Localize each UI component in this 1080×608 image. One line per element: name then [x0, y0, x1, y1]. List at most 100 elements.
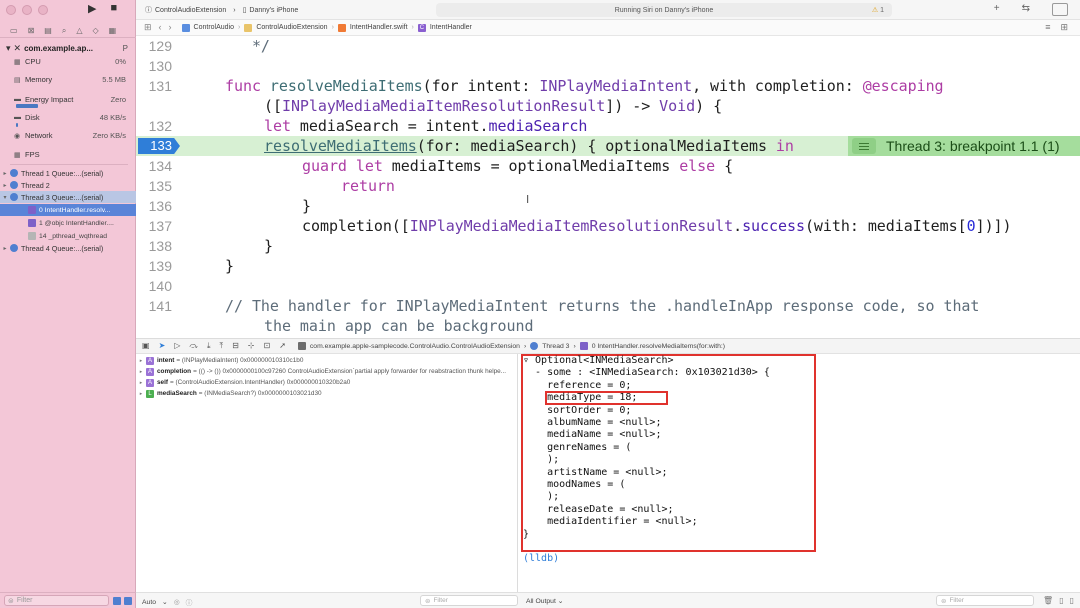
source-control-icon[interactable]: ⊠	[28, 26, 35, 35]
status-text: Running Siri on Danny's iPhone	[614, 6, 714, 14]
minimize-window-button[interactable]	[22, 5, 32, 15]
pause-continue-icon[interactable]: ▷	[174, 341, 180, 351]
source-editor[interactable]: 129 */ 130 131 func resolveMediaItems(fo…	[136, 36, 1080, 338]
trash-icon[interactable]: 🗑	[1043, 596, 1053, 605]
related-items-icon[interactable]: ⊞	[144, 22, 152, 33]
stack-frame-14[interactable]: 14 _pthread_wqthread	[0, 230, 136, 242]
breadcrumb-file[interactable]: IntentHandler.swift	[350, 24, 408, 31]
gauge-cpu[interactable]: ▦ CPU 0%	[14, 56, 126, 67]
variable-row[interactable]: ▸ A self = (ControlAudioExtension.Intent…	[136, 377, 517, 388]
navigator-selector-bar: ▭ ⊠ ▤ ⌕ △ ◇ ▦	[0, 24, 136, 38]
gauge-network[interactable]: ◉ Network Zero KB/s	[14, 130, 126, 141]
code-text: }	[225, 257, 234, 275]
simulate-location-icon[interactable]: ➚	[279, 341, 286, 351]
disclosure-triangle-icon[interactable]: ▾	[6, 43, 11, 54]
navigator-filter-field[interactable]: ⊜ Filter	[4, 595, 109, 606]
step-into-icon[interactable]: ⤓	[207, 341, 211, 351]
debug-icon[interactable]: ▦	[109, 26, 117, 35]
thread-row-3[interactable]: ▾ Thread 3 Queue:...(serial)	[0, 191, 136, 203]
find-icon[interactable]: ⌕	[62, 26, 66, 36]
console-output-selector[interactable]: All Output ⌄	[526, 597, 563, 605]
disclosure-triangle-icon[interactable]: ▸	[0, 245, 10, 252]
warning-badge[interactable]: ⚠ 1	[872, 6, 884, 14]
thread-row-4[interactable]: ▸ Thread 4 Queue:...(serial)	[0, 242, 136, 254]
debug-frame[interactable]: 0 IntentHandler.resolveMediaItems(for:wi…	[592, 343, 725, 350]
breakpoints-toggle-icon[interactable]: ➤	[159, 341, 166, 351]
variable-row[interactable]: ▸ A completion = (() -> ()) 0x0000000100…	[136, 366, 517, 377]
step-out-icon[interactable]: ⤒	[220, 341, 224, 351]
frame-icon	[579, 342, 588, 350]
chevron-updown-icon: ⌄	[557, 598, 564, 605]
breakpoint-annotation[interactable]: Thread 3: breakpoint 1.1 (1)	[848, 136, 1080, 156]
run-destination[interactable]: ▯ Danny's iPhone	[240, 6, 302, 15]
console-filter-field[interactable]: ⊜ Filter	[936, 595, 1034, 606]
console-actions: 🗑 ▯ ▯	[1043, 596, 1074, 605]
disclosure-triangle-icon[interactable]: ▸	[0, 170, 10, 177]
disclosure-triangle-icon[interactable]: ▸	[136, 391, 146, 397]
test-icon[interactable]: ◇	[92, 26, 98, 35]
breakpoint-marker[interactable]: 133	[138, 138, 180, 154]
breadcrumb-symbol[interactable]: IntentHandler	[430, 24, 472, 31]
debug-process[interactable]: com.example.apple-samplecode.ControlAudi…	[310, 343, 520, 350]
back-icon[interactable]: ‹	[159, 22, 162, 33]
lldb-prompt[interactable]: (lldb)	[523, 553, 559, 564]
stack-frame-0[interactable]: 0 IntentHandler.resolv...	[0, 204, 136, 216]
breadcrumb-project[interactable]: ControlAudio	[194, 24, 234, 31]
memory-graph-icon[interactable]: ⊹	[248, 341, 255, 351]
frame-label: 0 IntentHandler.resolv...	[39, 206, 111, 214]
split-view-right-icon[interactable]: ▯	[1070, 596, 1074, 605]
disclosure-triangle-icon[interactable]: ▸	[136, 369, 146, 375]
folder-icon[interactable]: ▭	[10, 26, 18, 35]
breadcrumb-group[interactable]: ControlAudioExtension	[256, 24, 327, 31]
zoom-window-button[interactable]	[38, 5, 48, 15]
thread-row-1[interactable]: ▸ Thread 1 Queue:...(serial)	[0, 167, 136, 179]
gauge-disk[interactable]: ▬ Disk 48 KB/s	[14, 112, 126, 123]
symbol-icon[interactable]: ▤	[44, 26, 52, 35]
disclosure-triangle-icon[interactable]: ▸	[136, 380, 146, 386]
console-line: moodNames = (	[523, 479, 626, 490]
hide-debug-area-icon[interactable]: ▣	[142, 341, 150, 351]
debug-thread[interactable]: Thread 3	[542, 343, 569, 350]
disclosure-triangle-icon[interactable]: ▾	[0, 194, 10, 201]
gauge-value: 48 KB/s	[99, 113, 126, 122]
process-row[interactable]: ▾ ✕ com.example.ap... P	[6, 42, 132, 54]
filter-icon: ⊜	[425, 597, 431, 605]
eye-icon[interactable]: ◎	[174, 598, 180, 606]
variable-row[interactable]: ▸ L mediaSearch = (INMediaSearch?) 0x000…	[136, 388, 517, 399]
chevron-right-icon: ›	[411, 24, 414, 31]
inspector-toggle-icon[interactable]	[1052, 3, 1068, 16]
disclosure-triangle-icon[interactable]: ▸	[0, 182, 10, 189]
info-icon[interactable]: ⓘ	[186, 597, 193, 607]
thread-row-2[interactable]: ▸ Thread 2	[0, 179, 136, 191]
code-text: the main app can be background	[264, 317, 534, 335]
code-text: }	[302, 197, 311, 215]
close-window-button[interactable]	[6, 5, 16, 15]
variable-row[interactable]: ▸ A intent = (INPlayMediaIntent) 0x00000…	[136, 355, 517, 366]
variables-scope-selector[interactable]: Auto ⌄ ◎ ⓘ	[142, 597, 193, 608]
add-icon[interactable]: +	[994, 3, 1000, 16]
gauge-memory[interactable]: ▤ Memory 5.5 MB	[14, 74, 126, 85]
stop-icon[interactable]: ■	[110, 2, 117, 15]
view-hierarchy-icon[interactable]: ⊟	[232, 341, 239, 351]
split-editor-icon[interactable]: ⊞	[1060, 22, 1068, 33]
console-output[interactable]: ▿ Optional<INMediaSearch> - some : <INMe…	[519, 354, 1080, 592]
frame-icon	[28, 219, 36, 227]
review-icon[interactable]: ⇆	[1022, 3, 1030, 16]
disclosure-triangle-icon[interactable]: ▸	[136, 358, 146, 364]
step-over-icon[interactable]: ⤼	[189, 341, 198, 351]
run-icon[interactable]: ▶	[88, 2, 96, 15]
gauge-fps[interactable]: ▦ FPS	[14, 149, 126, 160]
line-number: 134	[148, 158, 172, 174]
split-view-icon[interactable]: ▯	[1059, 596, 1063, 605]
editor-options-icon[interactable]: ≡	[1045, 22, 1050, 33]
crashed-threads-filter-icon[interactable]	[113, 596, 121, 605]
environment-overrides-icon[interactable]: ⊡	[263, 341, 270, 351]
memory-icon: ▤	[14, 76, 21, 84]
frames-filter-icon[interactable]	[124, 596, 132, 605]
variables-filter-field[interactable]: ⊜ Filter	[420, 595, 518, 606]
forward-icon[interactable]: ›	[169, 22, 172, 33]
scheme-target[interactable]: ⓘ ControlAudioExtension	[142, 5, 229, 15]
issue-icon[interactable]: △	[76, 26, 82, 35]
scheme-selector[interactable]: ⓘ ControlAudioExtension › ▯ Danny's iPho…	[142, 3, 301, 17]
stack-frame-1[interactable]: 1 @objc IntentHandler....	[0, 217, 136, 229]
